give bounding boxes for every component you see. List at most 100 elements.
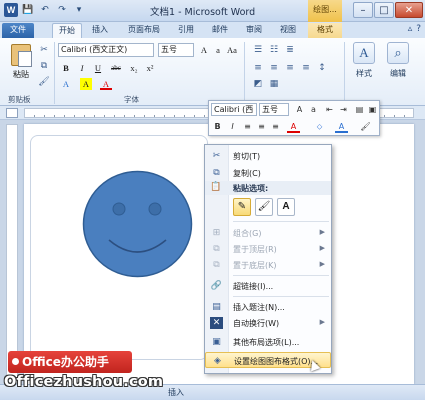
menu-item-copy[interactable]: ⧉ 复制(C) [205, 165, 331, 181]
mini-grow-font-icon[interactable]: A [293, 103, 306, 116]
text-effects-button[interactable]: A [60, 78, 72, 90]
tab-references[interactable]: 引用 [172, 23, 200, 38]
tab-format[interactable]: 格式 [308, 23, 342, 38]
format-painter-icon[interactable]: 🖌 [38, 76, 50, 88]
menu-separator [233, 275, 329, 276]
redo-icon[interactable]: ↷ [55, 3, 69, 17]
tab-mailings[interactable]: 邮件 [206, 23, 234, 38]
menu-item-bring-to-front[interactable]: ⧉ 置于顶层(R) ▶ [205, 241, 331, 257]
mini-align-left-button[interactable]: ≡ [241, 120, 254, 133]
paste-merge-format-button[interactable]: 🖌 [255, 198, 273, 216]
mini-decrease-indent-icon[interactable]: ⇤ [323, 103, 336, 116]
wrap-text-icon: ✕ [210, 317, 223, 329]
menu-item-label: 复制(C) [233, 169, 261, 178]
tab-home[interactable]: 开始 [52, 23, 82, 38]
mini-styles-icon[interactable]: ▤ [353, 103, 366, 116]
mini-fill-button[interactable]: ⬦ [313, 120, 326, 133]
menu-item-label: 组合(G) [233, 229, 262, 238]
insert-mode-indicator[interactable]: 插入 [168, 387, 184, 398]
font-size-dropdown[interactable]: 五号 [158, 43, 194, 57]
menu-item-group[interactable]: ⊞ 组合(G) ▶ [205, 225, 331, 241]
close-button[interactable]: ✕ [395, 2, 423, 18]
bold-button[interactable]: B [60, 62, 72, 74]
watermark-badge: Office办公助手 [8, 351, 132, 373]
minimize-button[interactable]: – [353, 2, 373, 18]
tab-file[interactable]: 文件 [2, 23, 34, 38]
paste-icon [11, 44, 32, 67]
grow-font-icon[interactable]: A [198, 44, 210, 56]
paste-keep-source-button[interactable]: ✎ [233, 198, 251, 216]
paste-button[interactable]: 粘贴 [8, 42, 34, 88]
mini-align-right-button[interactable]: ≡ [269, 120, 282, 133]
menu-item-hyperlink[interactable]: 🔗 超链接(I)... [205, 278, 331, 294]
menu-item-more-layout[interactable]: ▣ 其他布局选项(L)... [205, 334, 331, 350]
tab-page-layout[interactable]: 页面布局 [120, 23, 168, 38]
borders-icon[interactable]: ▦ [268, 78, 280, 90]
menu-item-cut[interactable]: ✂ 剪切(T) [205, 148, 331, 164]
tab-selector[interactable] [6, 108, 18, 118]
format-shape-icon: ◈ [214, 356, 221, 366]
line-spacing-icon[interactable]: ↕ [316, 62, 328, 74]
styles-button[interactable]: A 样式 [350, 42, 378, 79]
menu-separator [233, 221, 329, 222]
mini-shrink-font-icon[interactable]: a [307, 103, 320, 116]
menu-separator [233, 296, 329, 297]
multilevel-list-icon[interactable]: ≣ [284, 44, 296, 56]
mini-increase-indent-icon[interactable]: ⇥ [337, 103, 350, 116]
font-name-dropdown[interactable]: Calibri (西文正文) [58, 43, 154, 57]
italic-button[interactable]: I [76, 62, 88, 74]
mini-format-painter-button[interactable]: 🖌 [359, 120, 372, 133]
send-back-icon: ⧉ [213, 260, 220, 270]
strikethrough-button[interactable]: abc [108, 62, 124, 74]
watermark-site: Officezhushou.com [4, 374, 164, 390]
copy-icon[interactable]: ⧉ [38, 60, 50, 72]
align-center-icon[interactable]: ≡ [268, 62, 280, 74]
title-bar: W 💾 ↶ ↷ ▾ 文档1 - Microsoft Word 绘图... – □… [0, 0, 425, 22]
tab-view[interactable]: 视图 [274, 23, 302, 38]
justify-icon[interactable]: ≡ [300, 62, 312, 74]
menu-item-label: 超链接(I)... [233, 282, 274, 291]
align-left-icon[interactable]: ≡ [252, 62, 264, 74]
mini-font-dropdown[interactable]: Calibri (西 [211, 103, 257, 116]
cut-icon[interactable]: ✂ [38, 44, 50, 56]
vertical-ruler[interactable] [6, 124, 18, 384]
align-right-icon[interactable]: ≡ [284, 62, 296, 74]
tab-insert[interactable]: 插入 [86, 23, 114, 38]
save-icon[interactable]: 💾 [21, 3, 35, 17]
underline-button[interactable]: U [92, 62, 104, 74]
window-title: 文档1 - Microsoft Word [150, 7, 256, 18]
group-separator [54, 42, 55, 104]
shading-icon[interactable]: ◩ [252, 78, 264, 90]
editing-button[interactable]: ⌕ 编辑 [384, 42, 412, 79]
collapse-ribbon-icon[interactable]: ▵ [408, 24, 413, 34]
mini-size-dropdown[interactable]: 五号 [259, 103, 289, 116]
menu-item-send-to-back[interactable]: ⧉ 置于底层(K) ▶ [205, 257, 331, 273]
menu-item-label: 其他布局选项(L)... [233, 338, 300, 347]
help-icon[interactable]: ? [416, 24, 421, 34]
clipboard-group-label: 剪贴板 [8, 95, 31, 104]
mini-italic-button[interactable]: I [226, 120, 239, 133]
numbering-icon[interactable]: ☷ [268, 44, 280, 56]
font-color-button[interactable]: A [100, 78, 112, 90]
highlight-button[interactable]: A [80, 78, 92, 90]
mini-center-button[interactable]: ≡ [255, 120, 268, 133]
mini-outline-button[interactable]: A [335, 120, 348, 133]
change-case-icon[interactable]: Aa [226, 44, 238, 56]
menu-item-insert-caption[interactable]: ▤ 插入题注(N)... [205, 299, 331, 315]
shrink-font-icon[interactable]: a [212, 44, 224, 56]
paste-text-only-button[interactable]: A [277, 198, 295, 216]
customize-qat-icon[interactable]: ▾ [72, 3, 86, 17]
bullets-icon[interactable]: ☰ [252, 44, 264, 56]
word-logo-icon[interactable]: W [4, 3, 18, 17]
mini-bold-button[interactable]: B [211, 120, 224, 133]
mini-font-color-button[interactable]: A [287, 120, 300, 133]
maximize-button[interactable]: □ [374, 2, 394, 18]
tab-review[interactable]: 审阅 [240, 23, 268, 38]
mini-painter-icon[interactable]: ▣ [366, 103, 379, 116]
superscript-button[interactable]: x² [144, 62, 156, 74]
subscript-button[interactable]: x₂ [128, 62, 140, 74]
undo-icon[interactable]: ↶ [38, 3, 52, 17]
smiley-shape[interactable] [82, 170, 193, 278]
find-icon: ⌕ [387, 42, 409, 64]
menu-item-wrap-text[interactable]: ✕ 自动换行(W) ▶ [205, 315, 331, 331]
